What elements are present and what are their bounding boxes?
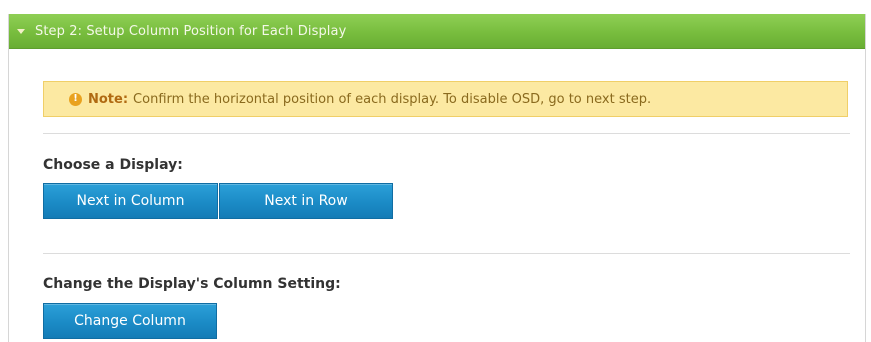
triangle-down-icon[interactable]: [17, 28, 25, 34]
next-in-column-button[interactable]: Next in Column: [43, 183, 218, 219]
page: Step 2: Setup Column Position for Each D…: [0, 0, 871, 342]
column-setting-label: Change the Display's Column Setting:: [43, 276, 341, 292]
note-label: Note:: [88, 91, 129, 107]
divider: [43, 253, 850, 254]
note-banner: ! Note: Confirm the horizontal position …: [43, 81, 848, 117]
step-header[interactable]: Step 2: Setup Column Position for Each D…: [9, 14, 865, 49]
next-in-row-button[interactable]: Next in Row: [219, 183, 393, 219]
change-column-button[interactable]: Change Column: [43, 303, 217, 339]
choose-display-label: Choose a Display:: [43, 157, 183, 173]
note-text: Confirm the horizontal position of each …: [133, 91, 652, 107]
step-title: Step 2: Setup Column Position for Each D…: [35, 23, 347, 39]
info-icon: !: [69, 92, 82, 106]
divider: [43, 133, 850, 134]
step-panel: Step 2: Setup Column Position for Each D…: [8, 14, 866, 342]
